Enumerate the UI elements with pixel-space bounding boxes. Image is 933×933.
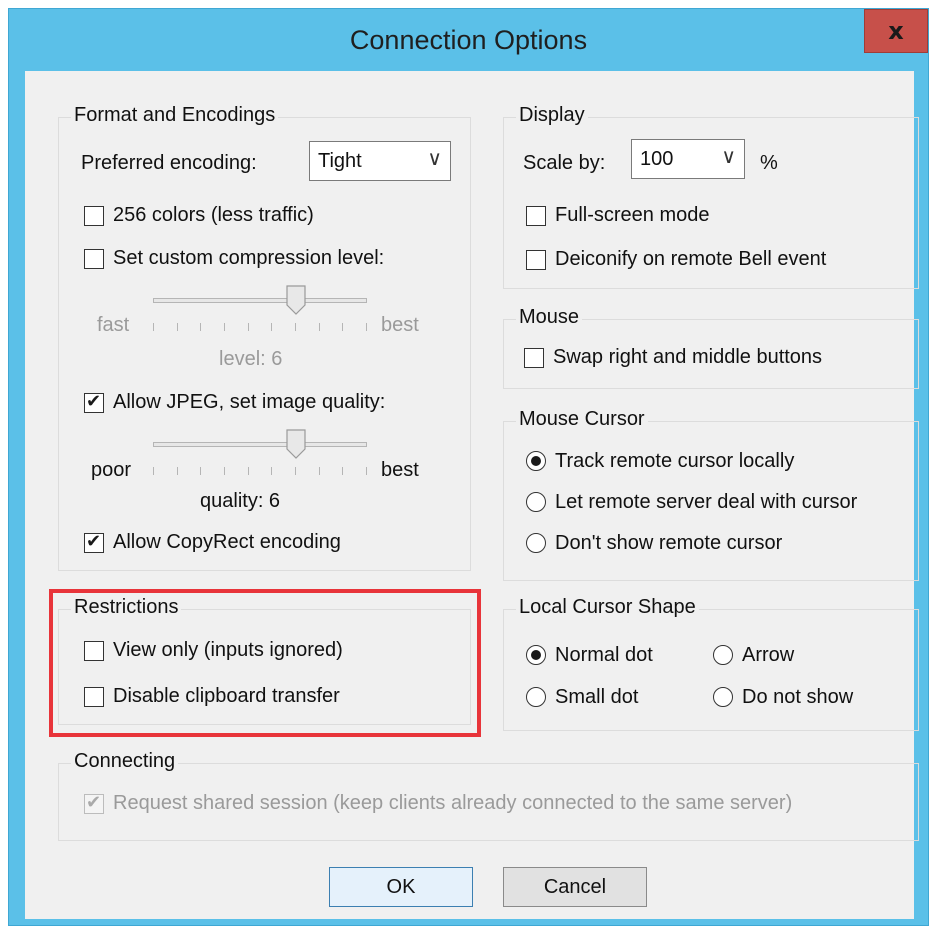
cancel-button[interactable]: Cancel: [503, 867, 647, 907]
fullscreen-checkbox[interactable]: [526, 206, 546, 226]
scale-value: 100: [640, 148, 674, 170]
slider-tick: [248, 467, 249, 475]
copyrect-checkbox[interactable]: [84, 531, 104, 553]
format-encodings-label: Format and Encodings: [71, 104, 279, 127]
compression-slider-track[interactable]: [153, 298, 367, 303]
shared-session-checkbox[interactable]: [84, 792, 104, 814]
deiconify-checkbox[interactable]: [526, 250, 546, 270]
normal-dot-label: Normal dot: [555, 644, 653, 666]
quality-poor-label: poor: [91, 459, 132, 481]
quality-slider-ticks: [153, 467, 367, 475]
chevron-down-icon: ∨: [721, 144, 736, 168]
quality-best-label: best: [381, 459, 419, 481]
quality-slider-track[interactable]: [153, 442, 367, 447]
no-cursor-label: Don't show remote cursor: [555, 532, 783, 554]
deiconify-label: Deiconify on remote Bell event: [555, 248, 827, 270]
slider-tick: [248, 323, 249, 331]
window-title: Connection Options: [349, 25, 588, 55]
slider-tick: [271, 467, 272, 475]
copyrect-label: Allow CopyRect encoding: [113, 531, 341, 553]
disable-clipboard-label: Disable clipboard transfer: [113, 685, 340, 707]
scale-by-label: Scale by:: [523, 152, 606, 174]
track-cursor-label: Track remote cursor locally: [555, 450, 795, 472]
view-only-checkbox[interactable]: [84, 641, 104, 661]
slider-tick: [177, 467, 178, 475]
no-cursor-radio[interactable]: [526, 533, 546, 553]
normal-dot-radio[interactable]: [526, 645, 546, 665]
colors-256-label: 256 colors (less traffic): [113, 204, 314, 226]
compression-slider-ticks: [153, 323, 367, 331]
slider-tick: [200, 323, 201, 331]
swap-buttons-checkbox[interactable]: [524, 348, 544, 368]
compression-fast-label: fast: [97, 314, 130, 336]
allow-jpeg-checkbox[interactable]: [84, 391, 104, 413]
slider-tick: [271, 323, 272, 331]
do-not-show-radio[interactable]: [713, 687, 733, 707]
display-label: Display: [516, 104, 588, 127]
title-bar[interactable]: Connection Options x: [9, 9, 928, 71]
compression-best-label: best: [381, 314, 419, 336]
slider-tick: [224, 323, 225, 331]
disable-clipboard-checkbox[interactable]: [84, 687, 104, 707]
close-button[interactable]: x: [864, 9, 928, 53]
mouse-cursor-label: Mouse Cursor: [516, 408, 648, 431]
compression-level-text: level: 6: [219, 348, 283, 370]
custom-compression-checkbox[interactable]: [84, 249, 104, 269]
restrictions-highlight-box: [49, 589, 481, 737]
slider-tick: [342, 467, 343, 475]
allow-jpeg-label: Allow JPEG, set image quality:: [113, 391, 386, 413]
fullscreen-label: Full-screen mode: [555, 204, 710, 226]
slider-tick: [295, 467, 296, 475]
server-cursor-label: Let remote server deal with cursor: [555, 491, 858, 513]
chevron-down-icon: ∨: [427, 146, 442, 170]
connecting-label: Connecting: [71, 750, 179, 773]
preferred-encoding-label: Preferred encoding:: [81, 152, 257, 174]
slider-tick: [319, 467, 320, 475]
do-not-show-label: Do not show: [742, 686, 854, 708]
slider-tick: [224, 467, 225, 475]
dialog-client-area: Format and Encodings Preferred encoding:…: [25, 71, 919, 919]
ok-button[interactable]: OK: [329, 867, 473, 907]
local-cursor-shape-label: Local Cursor Shape: [516, 596, 699, 619]
connection-options-window: Connection Options x Format and Encoding…: [8, 8, 929, 926]
arrow-radio[interactable]: [713, 645, 733, 665]
quality-slider-thumb[interactable]: [286, 429, 306, 459]
track-cursor-radio[interactable]: [526, 451, 546, 471]
local-cursor-shape-group: Local Cursor Shape: [503, 596, 919, 731]
small-dot-label: Small dot: [555, 686, 639, 708]
preferred-encoding-value: Tight: [318, 150, 362, 172]
shared-session-label: Request shared session (keep clients alr…: [113, 792, 793, 814]
small-dot-radio[interactable]: [526, 687, 546, 707]
slider-tick: [153, 323, 154, 331]
slider-tick: [153, 467, 154, 475]
slider-tick: [342, 323, 343, 331]
custom-compression-label: Set custom compression level:: [113, 247, 385, 269]
slider-tick: [319, 323, 320, 331]
slider-tick: [177, 323, 178, 331]
scale-unit: %: [760, 152, 778, 174]
arrow-label: Arrow: [742, 644, 795, 666]
compression-slider-thumb[interactable]: [286, 285, 306, 315]
scale-select[interactable]: 100 ∨: [631, 139, 745, 179]
slider-tick: [200, 467, 201, 475]
view-only-label: View only (inputs ignored): [113, 639, 343, 661]
slider-tick: [366, 323, 367, 331]
close-icon: x: [888, 17, 904, 45]
mouse-label: Mouse: [516, 306, 583, 329]
slider-tick: [366, 467, 367, 475]
colors-256-checkbox[interactable]: [84, 206, 104, 226]
quality-level-text: quality: 6: [200, 490, 281, 512]
swap-buttons-label: Swap right and middle buttons: [553, 346, 823, 368]
slider-tick: [295, 323, 296, 331]
preferred-encoding-select[interactable]: Tight ∨: [309, 141, 451, 181]
server-cursor-radio[interactable]: [526, 492, 546, 512]
